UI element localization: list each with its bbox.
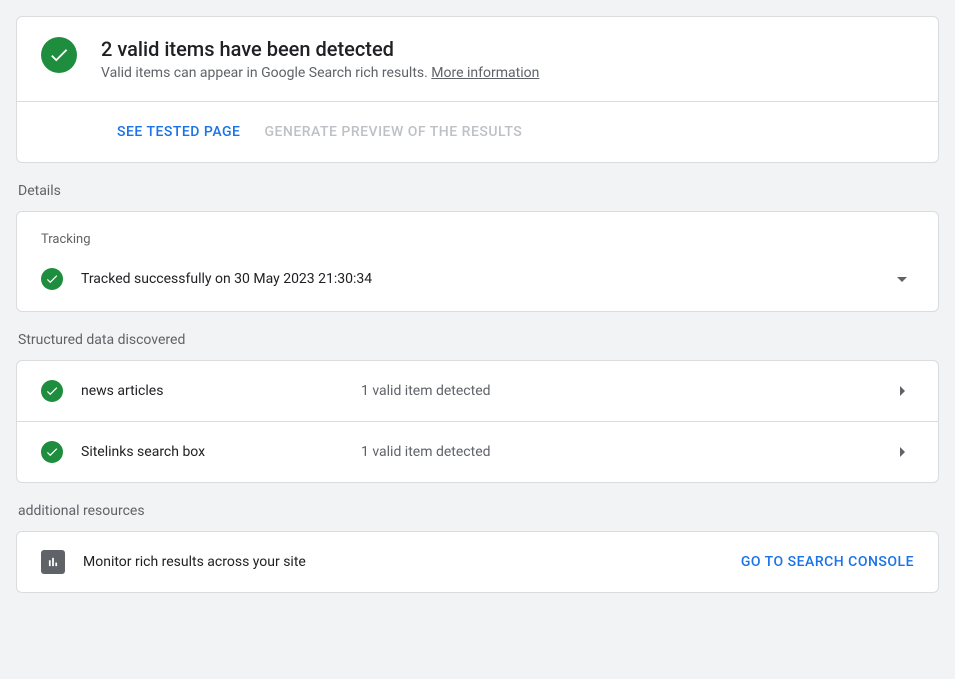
see-tested-page-button[interactable]: SEE TESTED PAGE (117, 124, 240, 140)
structured-data-label: Structured data discovered (16, 332, 939, 348)
tracking-status-text: Tracked successfully on 30 May 2023 21:3… (81, 271, 890, 287)
summary-text: 2 valid items have been detected Valid i… (101, 37, 539, 81)
resource-text: Monitor rich results across your site (83, 554, 741, 570)
action-bar: SEE TESTED PAGE GENERATE PREVIEW OF THE … (17, 101, 938, 162)
item-status: 1 valid item detected (361, 383, 890, 399)
chevron-down-icon[interactable] (890, 267, 914, 291)
structured-data-card: news articles 1 valid item detected Site… (16, 360, 939, 483)
summary-title: 2 valid items have been detected (101, 37, 539, 61)
details-section-label: Details (16, 183, 939, 199)
structured-item-row[interactable]: news articles 1 valid item detected (17, 361, 938, 421)
additional-resources-card: Monitor rich results across your site GO… (16, 531, 939, 593)
chevron-right-icon (890, 379, 914, 403)
bar-chart-icon (41, 550, 65, 574)
go-to-search-console-button[interactable]: GO TO SEARCH CONSOLE (741, 554, 914, 570)
summary-subtitle: Valid items can appear in Google Search … (101, 65, 539, 81)
check-icon (41, 441, 63, 463)
additional-resources-label: additional resources (16, 503, 939, 519)
tracking-card: Tracking Tracked successfully on 30 May … (16, 211, 939, 312)
item-status: 1 valid item detected (361, 444, 890, 460)
check-icon (41, 268, 63, 290)
summary-card: 2 valid items have been detected Valid i… (16, 16, 939, 163)
summary-subtitle-text: Valid items can appear in Google Search … (101, 65, 431, 81)
tracking-label: Tracking (41, 232, 914, 247)
resource-row: Monitor rich results across your site GO… (17, 532, 938, 592)
more-info-link[interactable]: More information (431, 65, 539, 81)
tracking-row[interactable]: Tracked successfully on 30 May 2023 21:3… (41, 267, 914, 311)
item-name: news articles (81, 383, 361, 399)
generate-preview-button: GENERATE PREVIEW OF THE RESULTS (264, 124, 522, 140)
chevron-right-icon (890, 440, 914, 464)
item-name: Sitelinks search box (81, 444, 361, 460)
check-icon (41, 380, 63, 402)
summary-header: 2 valid items have been detected Valid i… (17, 17, 938, 101)
check-icon (41, 37, 77, 73)
structured-item-row[interactable]: Sitelinks search box 1 valid item detect… (17, 421, 938, 482)
